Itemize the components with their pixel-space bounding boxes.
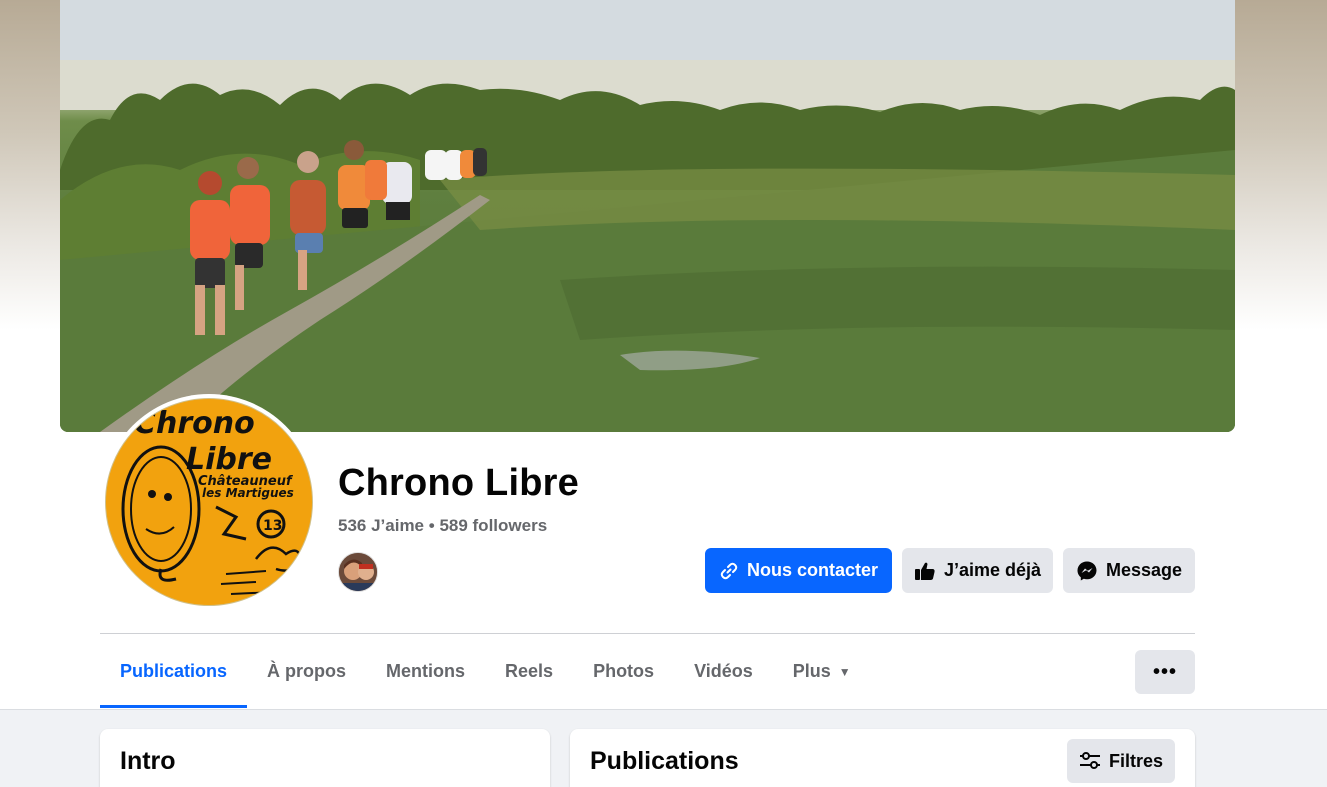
page-stats: 536 J’aime • 589 followers: [338, 516, 547, 536]
liked-button-label: J’aime déjà: [943, 560, 1042, 580]
svg-text:les Martigues: les Martigues: [202, 486, 294, 500]
svg-text:Libre: Libre: [186, 442, 272, 477]
message-button-label: Message: [1105, 560, 1183, 580]
stats-separator: •: [428, 516, 435, 535]
svg-text:Chrono: Chrono: [134, 406, 255, 441]
tab-photos[interactable]: Photos: [573, 649, 674, 708]
page-tabs: Publications À propos Mentions Reels Pho…: [100, 650, 871, 708]
caret-down-icon: ▼: [838, 664, 851, 679]
friend-photo: [339, 553, 377, 591]
tab-publications[interactable]: Publications: [100, 649, 248, 708]
tab-mentions[interactable]: Mentions: [366, 649, 485, 708]
liked-button[interactable]: J’aime déjà: [902, 548, 1053, 593]
messenger-icon: [1077, 561, 1097, 580]
tab-label: À propos: [267, 661, 347, 681]
intro-title: Intro: [120, 747, 176, 775]
link-icon: [720, 562, 738, 579]
page-title: Chrono Libre: [338, 462, 579, 504]
friend-avatar[interactable]: [338, 552, 378, 592]
sliders-icon: [1079, 752, 1100, 769]
tab-label: Publications: [120, 661, 228, 681]
cover-photo[interactable]: [60, 0, 1235, 432]
message-button[interactable]: Message: [1063, 548, 1195, 593]
cover-image: [60, 0, 1235, 432]
followers-count-link[interactable]: 589 followers: [439, 516, 547, 535]
profile-picture[interactable]: Chrono Libre Châteauneuf les Martigues 1…: [105, 398, 313, 606]
publications-title: Publications: [590, 747, 739, 775]
tab-label: Vidéos: [694, 661, 753, 681]
tab-reels[interactable]: Reels: [485, 649, 573, 708]
tab-label: Plus: [792, 661, 831, 681]
contact-button[interactable]: Nous contacter: [705, 548, 892, 593]
svg-text:13: 13: [263, 518, 282, 534]
contact-button-label: Nous contacter: [746, 560, 879, 580]
filters-button[interactable]: Filtres: [1067, 739, 1175, 783]
likes-count-link[interactable]: 536 J’aime: [338, 516, 424, 535]
tab-about[interactable]: À propos: [247, 649, 366, 708]
tab-label: Photos: [593, 661, 655, 681]
tab-label: Mentions: [386, 661, 466, 681]
filters-button-label: Filtres: [1108, 750, 1164, 771]
header-divider: [100, 633, 1195, 634]
more-options-button[interactable]: •••: [1135, 650, 1195, 694]
publications-card: Publications Filtres: [570, 729, 1195, 787]
tab-videos[interactable]: Vidéos: [674, 649, 773, 708]
chrono-libre-logo: Chrono Libre Châteauneuf les Martigues 1…: [121, 406, 303, 595]
tab-more[interactable]: Plus ▼: [773, 649, 871, 708]
thumbs-up-icon: [914, 562, 935, 580]
tab-label: Reels: [505, 661, 554, 681]
intro-card: Intro: [100, 729, 550, 787]
